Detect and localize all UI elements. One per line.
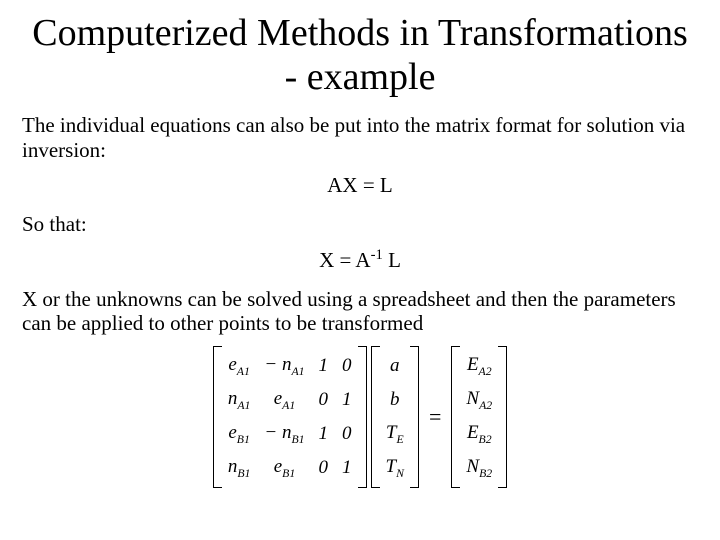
equals-sign: = — [423, 404, 447, 430]
eq2-superscript: -1 — [371, 247, 383, 263]
so-that-label: So that: — [22, 212, 698, 237]
slide-title: Computerized Methods in Transformations … — [22, 12, 698, 99]
vector-l: EA2 NA2 EB2 NB2 — [451, 346, 507, 488]
matrix-a: eA1 − nA1 1 0 nA1 eA1 0 1 eB1 − nB1 1 0 … — [213, 346, 367, 488]
vector-x: a b TE TN — [371, 346, 419, 488]
intro-paragraph: The individual equations can also be put… — [22, 113, 698, 163]
eq2-post: L — [383, 248, 401, 272]
explain-paragraph: X or the unknowns can be solved using a … — [22, 287, 698, 337]
eq2-pre: X = A — [319, 248, 371, 272]
equation-x-ainv-l: X = A-1 L — [22, 247, 698, 273]
equation-ax-l: AX = L — [22, 173, 698, 198]
matrix-equation: eA1 − nA1 1 0 nA1 eA1 0 1 eB1 − nB1 1 0 … — [22, 346, 698, 488]
